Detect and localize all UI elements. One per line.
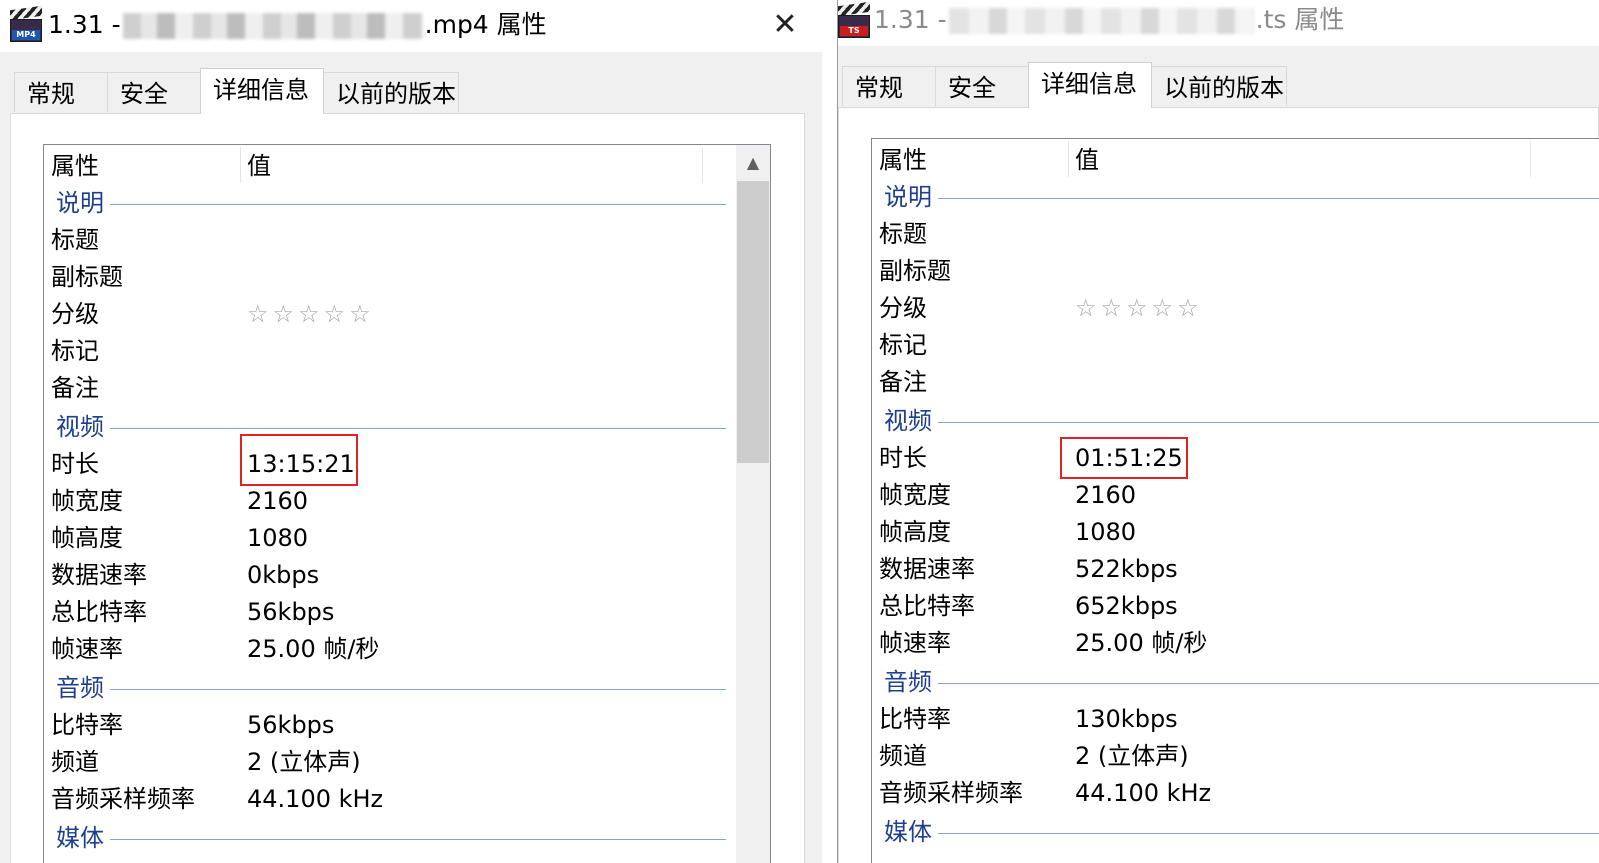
screenshot-divider [822, 0, 838, 863]
list-item[interactable]: 备注 [44, 370, 770, 407]
list-item[interactable]: 标题 [44, 222, 770, 259]
list-item[interactable]: 帧宽度 2160 [44, 483, 770, 520]
group-description[interactable]: 说明 [44, 185, 770, 222]
group-video[interactable]: 视频 [44, 409, 770, 446]
list-item[interactable]: 帧高度 1080 [44, 520, 770, 557]
window-title: 1.31 - .mp4 属性 [48, 10, 547, 39]
list-item[interactable]: 频道 2 (立体声) [44, 744, 770, 781]
list-item[interactable]: 分级 ☆☆☆☆☆ [44, 296, 770, 333]
group-media[interactable]: 媒体 [44, 820, 770, 857]
details-panel: 属性 值 说明 标题 副标题 分级 ☆☆☆☆☆ [838, 107, 1599, 863]
group-description[interactable]: 说明 [872, 179, 1599, 216]
tab-general[interactable]: 常规 [14, 72, 108, 112]
tab-previous-versions[interactable]: 以前的版本 [323, 72, 459, 112]
property-list[interactable]: 属性 值 说明 标题 副标题 分级 ☆☆☆☆☆ [43, 144, 771, 863]
rating-stars[interactable]: ☆☆☆☆☆ [1075, 290, 1203, 327]
video-file-icon: MP4 [10, 5, 42, 42]
list-item[interactable]: 标题 [872, 216, 1599, 253]
list-item[interactable]: 帧速率 25.00 帧/秒 [44, 631, 770, 668]
details-panel: 属性 值 说明 标题 副标题 分级 ☆☆☆☆☆ [10, 113, 805, 863]
window-title: 1.31 - .ts 属性 [874, 5, 1345, 34]
mp4-properties-window: MP4 1.31 - .mp4 属性 ✕ 常规 安全 详细信息 以前的版本 属性… [0, 0, 822, 863]
list-item[interactable]: 数据速率 522kbps [872, 551, 1599, 588]
tab-general[interactable]: 常规 [842, 66, 936, 106]
column-header-value[interactable]: 值 [240, 145, 700, 185]
column-header-value[interactable]: 值 [1068, 139, 1528, 179]
list-item[interactable]: 标记 [872, 327, 1599, 364]
list-item[interactable]: 备注 [872, 364, 1599, 401]
video-file-icon: TS [838, 1, 870, 38]
list-item[interactable]: 时长 01:51:25 [872, 440, 1599, 477]
group-media[interactable]: 媒体 [872, 814, 1599, 851]
list-item[interactable]: 帧高度 1080 [872, 514, 1599, 551]
list-item[interactable]: 音频采样频率 44.100 kHz [44, 781, 770, 818]
duration-highlight-box [1060, 437, 1188, 479]
list-item[interactable]: 数据速率 0kbps [44, 557, 770, 594]
redacted-filename [122, 13, 423, 39]
column-header-property[interactable]: 属性 [44, 145, 239, 185]
list-item[interactable]: 副标题 [872, 253, 1599, 290]
list-item[interactable]: 比特率 56kbps [44, 707, 770, 744]
list-item[interactable]: 帧宽度 2160 [872, 477, 1599, 514]
ts-properties-window: TS 1.31 - .ts 属性 常规 安全 详细信息 以前的版本 属性 值 说… [838, 0, 1599, 863]
list-header: 属性 值 [872, 139, 1599, 179]
tab-security[interactable]: 安全 [107, 72, 201, 112]
tab-previous-versions[interactable]: 以前的版本 [1151, 66, 1287, 106]
list-item[interactable]: 比特率 130kbps [872, 701, 1599, 738]
close-button[interactable]: ✕ [768, 8, 802, 42]
redacted-filename [948, 8, 1254, 34]
list-item[interactable]: 帧速率 25.00 帧/秒 [872, 625, 1599, 662]
title-bar: TS 1.31 - .ts 属性 [838, 0, 1599, 46]
group-video[interactable]: 视频 [872, 403, 1599, 440]
group-audio[interactable]: 音频 [44, 670, 770, 707]
duration-highlight-box [240, 434, 358, 486]
tab-details[interactable]: 详细信息 [200, 68, 324, 114]
tab-security[interactable]: 安全 [935, 66, 1029, 106]
list-item[interactable]: 分级 ☆☆☆☆☆ [872, 290, 1599, 327]
title-bar: MP4 1.31 - .mp4 属性 ✕ [0, 0, 822, 52]
scroll-thumb[interactable] [737, 181, 769, 463]
list-header: 属性 值 [44, 145, 770, 185]
list-item[interactable]: 总比特率 652kbps [872, 588, 1599, 625]
tab-details[interactable]: 详细信息 [1028, 62, 1152, 108]
column-header-property[interactable]: 属性 [872, 139, 1067, 179]
group-audio[interactable]: 音频 [872, 664, 1599, 701]
list-item[interactable]: 标记 [44, 333, 770, 370]
list-item[interactable]: 总比特率 56kbps [44, 594, 770, 631]
vertical-scrollbar[interactable]: ▲ [736, 145, 770, 863]
list-item[interactable]: 音频采样频率 44.100 kHz [872, 775, 1599, 812]
list-item[interactable]: 时长 13:15:21 [44, 446, 770, 483]
list-item[interactable]: 副标题 [44, 259, 770, 296]
rating-stars[interactable]: ☆☆☆☆☆ [247, 296, 375, 333]
list-item[interactable]: 频道 2 (立体声) [872, 738, 1599, 775]
scroll-up-icon[interactable]: ▲ [736, 145, 770, 181]
property-list[interactable]: 属性 值 说明 标题 副标题 分级 ☆☆☆☆☆ [871, 138, 1599, 863]
